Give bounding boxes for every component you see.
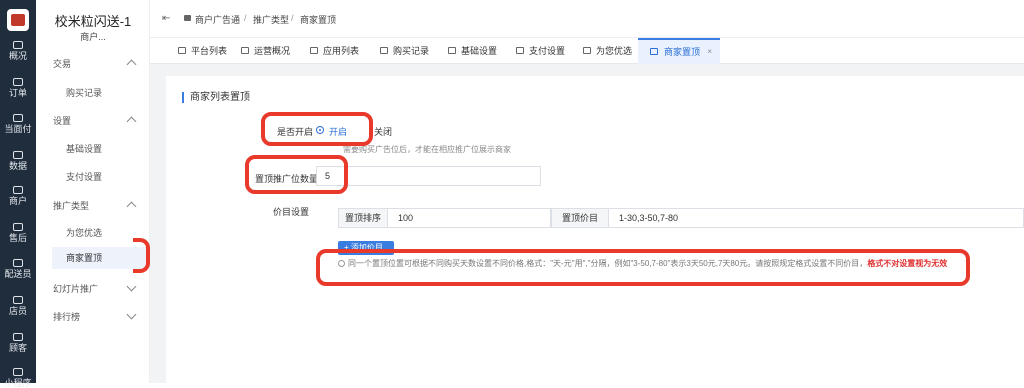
highlight-sub-nav [133, 238, 150, 273]
user-icon [13, 333, 23, 341]
nav-group-slides[interactable]: 幻灯片推广 [53, 282, 98, 295]
shop-subtitle[interactable]: 商户... [36, 30, 150, 43]
left-nav-item[interactable]: 配送员 [0, 259, 36, 279]
tab-label: 平台列表 [191, 46, 228, 56]
tab-label: 应用列表 [323, 46, 360, 56]
tab-basic-settings[interactable]: 基础设置 [448, 38, 497, 64]
breadcrumb-current: 商家置顶 [300, 15, 337, 25]
tab-recommended[interactable]: 为您优选 [583, 38, 632, 64]
sort-prefix: 置顶排序 [338, 208, 388, 228]
tab-label: 运营概况 [254, 46, 291, 56]
left-nav-label: 商户 [8, 196, 27, 206]
nav-group-trade[interactable]: 交易 [53, 57, 71, 70]
highlight-enable [261, 112, 373, 146]
section-title: 商家列表置顶 [182, 92, 250, 103]
store-icon [13, 186, 23, 194]
doc-icon [650, 48, 658, 55]
left-nav-item[interactable]: 当面付 [0, 114, 36, 134]
doc-icon [184, 15, 191, 21]
left-nav-label: 售后 [8, 233, 27, 243]
chevron-down-icon[interactable] [126, 281, 137, 292]
tab-label: 商家置顶 [664, 47, 701, 57]
price-label: 价目设置 [273, 207, 310, 217]
left-nav-item[interactable]: 订单 [0, 78, 36, 98]
left-nav-item[interactable]: 售后 [0, 223, 36, 243]
shop-title: 校米粒闪送-1 [54, 14, 132, 29]
tab-payment-settings[interactable]: 支付设置 [516, 38, 565, 64]
pin-icon [13, 296, 23, 304]
grid-icon [241, 47, 249, 54]
top-bar: ⇤ 商户广告通 / 推广类型 / 商家置顶 [150, 0, 1024, 38]
enable-hint: 需要购买广告位后，才能在相应推广位展示商家 [343, 145, 511, 154]
left-nav-label: 数据 [8, 161, 27, 171]
left-nav-item[interactable]: 数据 [0, 151, 36, 171]
sub-nav-item[interactable]: 支付设置 [66, 170, 102, 183]
radio-off-label[interactable]: 关闭 [374, 125, 392, 138]
left-nav-label: 订单 [8, 88, 27, 98]
breadcrumb-item[interactable]: 推广类型 [253, 13, 289, 26]
breadcrumb-separator: / [244, 13, 247, 23]
chevron-up-icon[interactable] [126, 59, 137, 70]
logo-mark [11, 14, 25, 26]
left-nav-label: 小程序 [4, 378, 32, 388]
collapse-menu-icon[interactable]: ⇤ [162, 13, 170, 24]
chevron-down-icon[interactable] [126, 309, 137, 320]
sub-nav-item[interactable]: 为您优选 [66, 226, 102, 239]
slots-input[interactable]: 5 [316, 166, 541, 186]
apps-icon [310, 47, 318, 54]
left-nav-item[interactable]: 商户 [0, 186, 36, 206]
doc-icon [448, 47, 456, 54]
list-icon [13, 114, 23, 122]
tab-purchase-records[interactable]: 购买记录 [380, 38, 429, 64]
left-nav-label: 配送员 [4, 269, 32, 279]
sliders-icon [178, 47, 186, 54]
tab-app-list[interactable]: 应用列表 [310, 38, 359, 64]
close-icon[interactable]: × [707, 40, 712, 64]
tab-ops-overview[interactable]: 运营概况 [241, 38, 290, 64]
doc-icon [380, 47, 388, 54]
sort-input[interactable]: 100 [388, 208, 551, 228]
delivery-icon [13, 259, 23, 267]
nav-group-ranking[interactable]: 排行榜 [53, 310, 80, 323]
highlight-slots [245, 155, 348, 194]
left-nav-label: 顾客 [8, 343, 27, 353]
left-nav-label: 当面付 [4, 124, 32, 134]
highlight-notice [316, 249, 970, 286]
left-nav-label: 店员 [8, 306, 27, 316]
price-prefix: 置顶价目 [551, 208, 609, 228]
sub-nav-item[interactable]: 购买记录 [66, 86, 102, 99]
tab-label: 购买记录 [393, 46, 430, 56]
wechat-icon [13, 368, 23, 376]
sub-nav: 校米粒闪送-1 商户... 交易 购买记录 设置 基础设置 支付设置 推广类型 … [36, 0, 150, 383]
tab-platform-list[interactable]: 平台列表 [178, 38, 227, 64]
left-nav-item[interactable]: 小程序 [0, 368, 36, 388]
list-icon [13, 78, 23, 86]
app-logo[interactable] [7, 9, 29, 31]
nav-group-settings[interactable]: 设置 [53, 114, 71, 127]
nav-group-promo[interactable]: 推广类型 [53, 199, 89, 212]
left-nav-item[interactable]: 顾客 [0, 333, 36, 353]
headset-icon [13, 223, 23, 231]
left-nav: 概况订单当面付数据商户售后配送员店员顾客小程序 [0, 0, 36, 388]
doc-icon [583, 47, 591, 54]
chevron-up-icon[interactable] [126, 201, 137, 212]
tab-pin-merchant[interactable]: 商家置顶 × [638, 38, 721, 64]
doc-icon [516, 47, 524, 54]
breadcrumb-separator: / [291, 13, 294, 23]
tab-bar: 平台列表 运营概况 应用列表 购买记录 基础设置 支付设置 为您优选 商家置顶 × [150, 38, 1024, 64]
breadcrumb-item[interactable]: 商户广告通 [195, 13, 240, 26]
left-nav-item[interactable]: 概况 [0, 41, 36, 61]
tab-label: 支付设置 [529, 46, 566, 56]
chevron-up-icon[interactable] [126, 116, 137, 127]
tab-label: 为您优选 [596, 46, 633, 56]
price-input[interactable]: 1-30,3-50,7-80 [609, 208, 1024, 228]
left-nav-label: 概况 [8, 51, 27, 61]
tab-label: 基础设置 [461, 46, 498, 56]
grid-icon [13, 41, 23, 49]
bar-chart-icon [13, 151, 23, 159]
sub-nav-item[interactable]: 基础设置 [66, 142, 102, 155]
left-nav-item[interactable]: 店员 [0, 296, 36, 316]
